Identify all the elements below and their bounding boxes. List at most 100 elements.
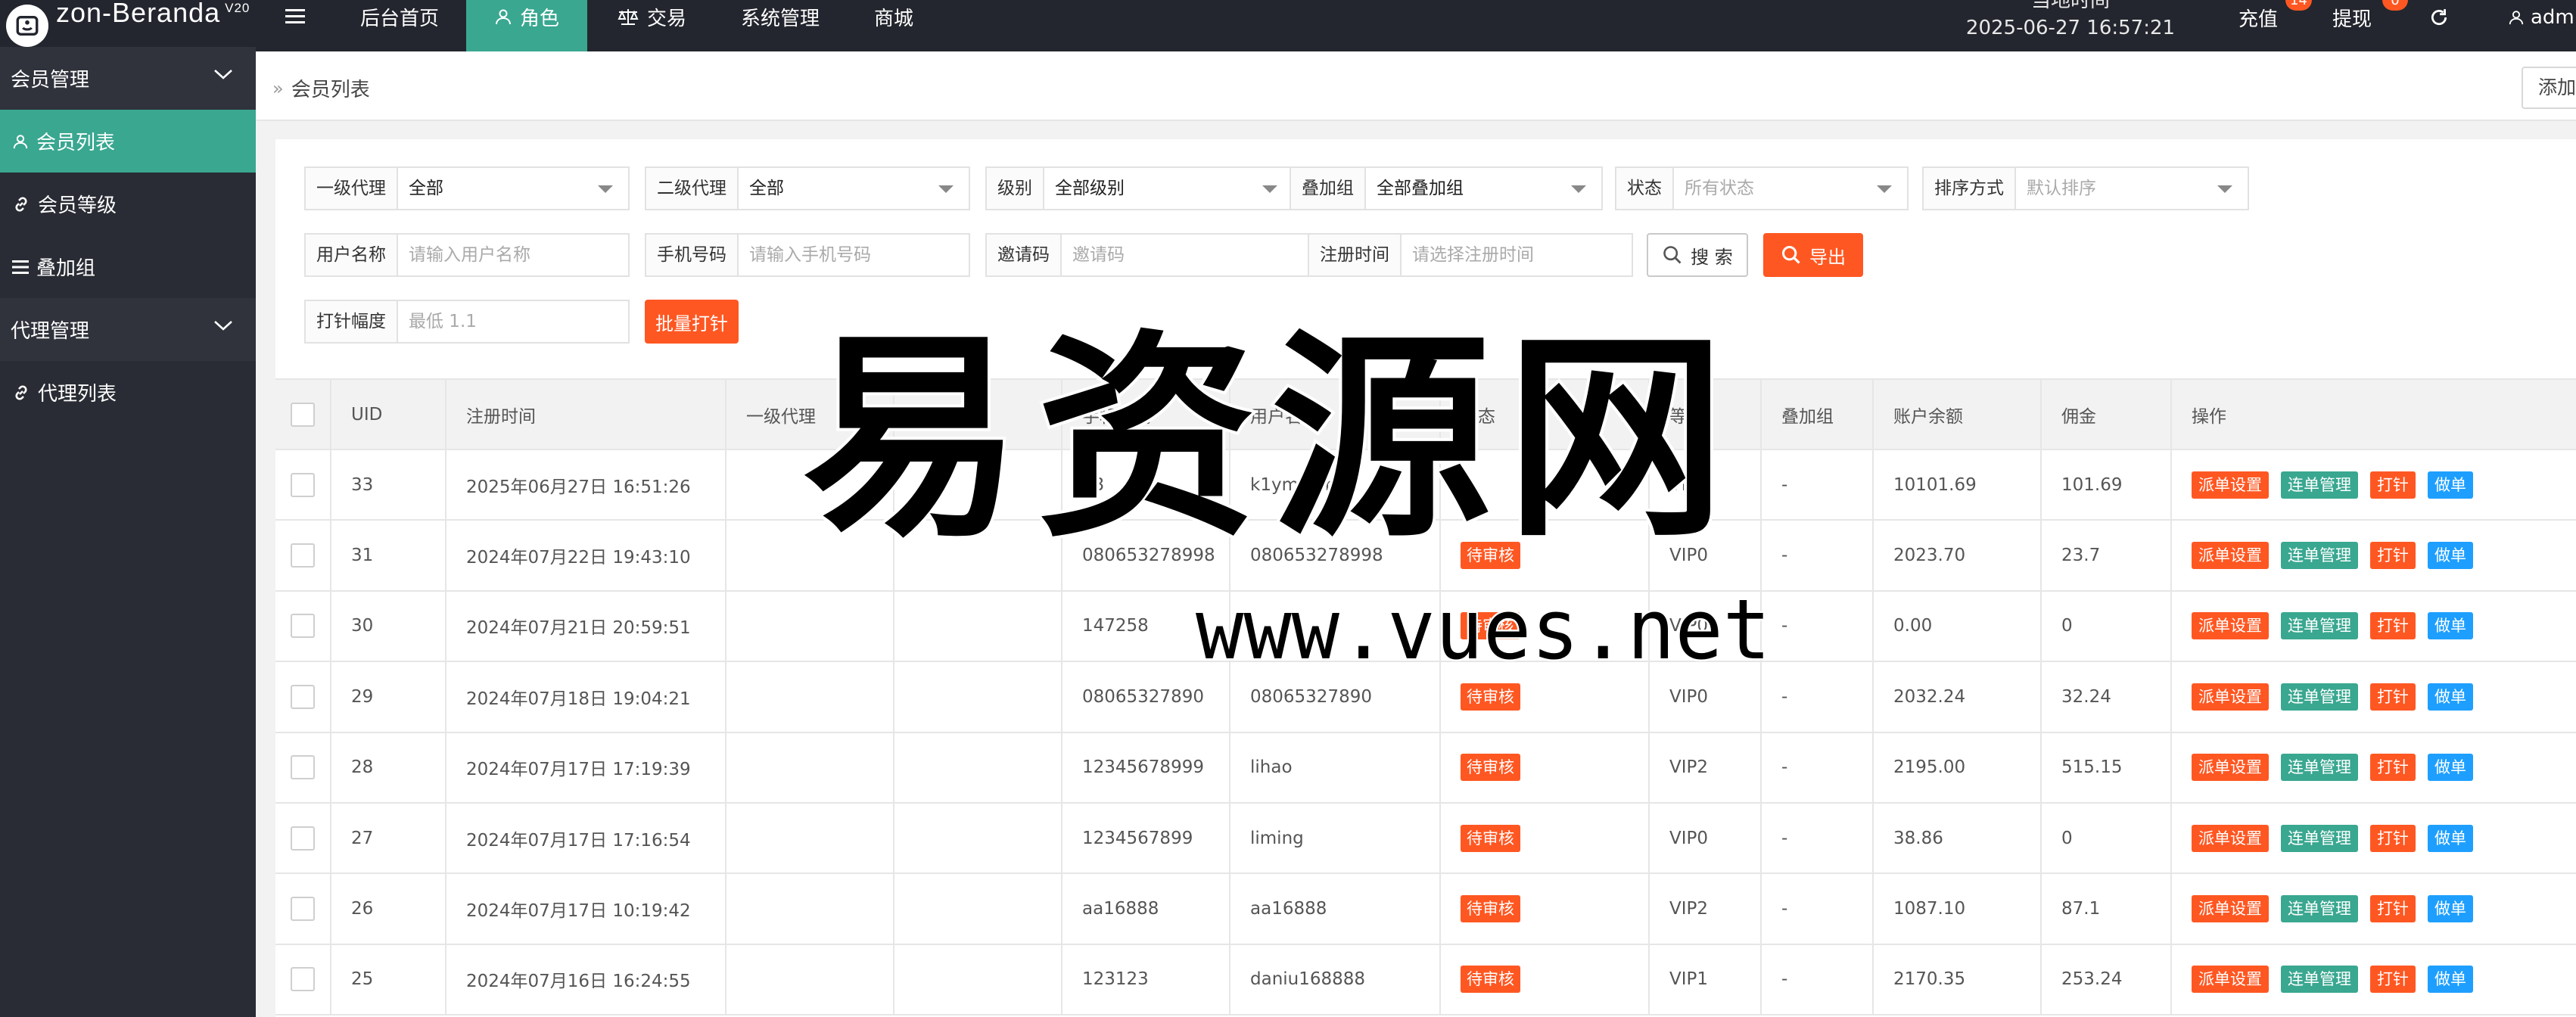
table-row: 31 2024年07月22日 19:43:10 080653278998 080653… [275,521,2576,592]
do-order-button[interactable]: 做单 [2428,966,2473,994]
header-balance: 账户余额 [1874,380,2042,449]
agent2-filter[interactable]: 二级代理 全部 [645,166,970,210]
sidebar-item-member-list[interactable]: 会员列表 [0,110,256,173]
sort-select[interactable]: 默认排序 [2016,168,2248,209]
cell-register-time: 2024年07月22日 19:43:10 [446,521,726,590]
inject-button[interactable]: 打针 [2370,612,2416,640]
dispatch-settings-button[interactable]: 派单设置 [2192,471,2269,499]
agent2-select[interactable]: 全部 [739,168,969,209]
inject-button[interactable]: 打针 [2370,966,2416,994]
inject-button[interactable]: 打针 [2370,471,2416,499]
inject-button[interactable]: 打针 [2370,824,2416,852]
search-icon [1663,246,1682,264]
combo-manage-button[interactable]: 连单管理 [2281,612,2358,640]
sidebar-item-agent-list[interactable]: 代理列表 [0,361,256,424]
sidebar-item-stack-group[interactable]: 叠加组 [0,235,256,298]
batch-hit-button[interactable]: 批量打针 [645,300,739,344]
agent1-filter[interactable]: 一级代理 全部 [304,166,630,210]
register-time-input[interactable]: 请选择注册时间 [1402,235,1632,275]
agent1-select[interactable]: 全部 [398,168,628,209]
do-order-button[interactable]: 做单 [2428,895,2473,923]
dispatch-settings-button[interactable]: 派单设置 [2192,542,2269,570]
dispatch-settings-button[interactable]: 派单设置 [2192,966,2269,994]
row-checkbox-cell [275,591,331,661]
cell-status: 待审核 [1441,732,1650,802]
export-button[interactable]: 导出 [1763,233,1863,277]
row-checkbox[interactable] [291,472,315,497]
add-member-button[interactable]: 添加会 [2522,67,2576,109]
row-checkbox[interactable] [291,897,315,922]
row-checkbox[interactable] [291,967,315,992]
do-order-button[interactable]: 做单 [2428,754,2473,782]
phone-input[interactable]: 请输入手机号码 [739,235,969,275]
inject-button[interactable]: 打针 [2370,895,2416,923]
dispatch-settings-button[interactable]: 派单设置 [2192,683,2269,711]
breadcrumb-current[interactable]: 会员列表 [291,74,370,102]
do-order-button[interactable]: 做单 [2428,683,2473,711]
level-select[interactable]: 全部级别 [1044,168,1293,209]
agent2-value: 全部 [749,179,784,198]
do-order-button[interactable]: 做单 [2428,471,2473,499]
combo-manage-button[interactable]: 连单管理 [2281,683,2358,711]
invite-code-filter[interactable]: 邀请码 邀请码 [985,233,1311,277]
sidebar-group-member[interactable]: 会员管理 [0,47,256,110]
dispatch-settings-button[interactable]: 派单设置 [2192,612,2269,640]
select-all-checkbox[interactable] [291,402,315,427]
dispatch-settings-button[interactable]: 派单设置 [2192,754,2269,782]
nav-home[interactable]: 后台首页 [339,0,460,42]
cell-phone: 13 [1062,450,1230,520]
search-button[interactable]: 搜 索 [1647,233,1748,277]
combo-manage-button[interactable]: 连单管理 [2281,471,2358,499]
nav-trade[interactable]: 交易 [602,0,701,42]
logo[interactable]: zon-Beranda V20 [0,0,250,51]
phone-filter[interactable]: 手机号码 请输入手机号码 [645,233,970,277]
recharge-button[interactable]: 充值 14 [2238,0,2312,51]
nav-role[interactable]: 角色 [466,0,587,51]
dispatch-settings-button[interactable]: 派单设置 [2192,824,2269,852]
inject-button[interactable]: 打针 [2370,683,2416,711]
nav-mall[interactable]: 商城 [852,0,935,42]
hit-range-filter[interactable]: 打针幅度 最低 1.1 [304,300,630,344]
refresh-icon[interactable] [2429,0,2449,43]
cell-agent2 [894,662,1062,732]
sidebar-item-member-level[interactable]: 会员等级 [0,173,256,235]
header-level: 等级 [1650,380,1762,449]
stack-group-select[interactable]: 全部叠加组 [1366,168,1601,209]
level-filter[interactable]: 级别 全部级别 [985,166,1294,210]
combo-manage-button[interactable]: 连单管理 [2281,895,2358,923]
row-actions: 派单设置 连单管理 打针 做单 [2192,754,2473,782]
inject-button[interactable]: 打针 [2370,754,2416,782]
inject-button[interactable]: 打针 [2370,542,2416,570]
register-time-filter[interactable]: 注册时间 请选择注册时间 [1308,233,1633,277]
user-menu[interactable]: adm [2508,0,2574,43]
row-checkbox[interactable] [291,614,315,639]
hit-range-input[interactable]: 最低 1.1 [398,301,628,342]
row-checkbox[interactable] [291,684,315,709]
link-icon [15,196,27,212]
row-checkbox[interactable] [291,543,315,568]
stack-group-filter[interactable]: 叠加组 全部叠加组 [1290,166,1603,210]
row-checkbox[interactable] [291,826,315,851]
combo-manage-button[interactable]: 连单管理 [2281,754,2358,782]
do-order-button[interactable]: 做单 [2428,824,2473,852]
username-input[interactable]: 请输入用户名称 [398,235,628,275]
combo-manage-button[interactable]: 连单管理 [2281,966,2358,994]
dispatch-settings-button[interactable]: 派单设置 [2192,895,2269,923]
nav-system[interactable]: 系统管理 [723,0,837,42]
do-order-button[interactable]: 做单 [2428,542,2473,570]
cell-actions: 派单设置 连单管理 打针 做单 [2172,945,2576,1014]
invite-code-input[interactable]: 邀请码 [1062,235,1309,275]
row-checkbox[interactable] [291,755,315,780]
menu-toggle-icon[interactable] [272,0,318,42]
combo-manage-button[interactable]: 连单管理 [2281,824,2358,852]
combo-manage-button[interactable]: 连单管理 [2281,542,2358,570]
do-order-button[interactable]: 做单 [2428,612,2473,640]
cell-username: 080653278998 [1230,521,1441,590]
sidebar-group-agent[interactable]: 代理管理 [0,298,256,361]
withdraw-button[interactable]: 提现 0 [2332,0,2408,51]
status-select[interactable]: 所有状态 [1674,168,1907,209]
status-filter[interactable]: 状态 所有状态 [1615,166,1909,210]
cell-uid: 33 [331,450,446,520]
username-filter[interactable]: 用户名称 请输入用户名称 [304,233,630,277]
sort-filter[interactable]: 排序方式 默认排序 [1922,166,2249,210]
